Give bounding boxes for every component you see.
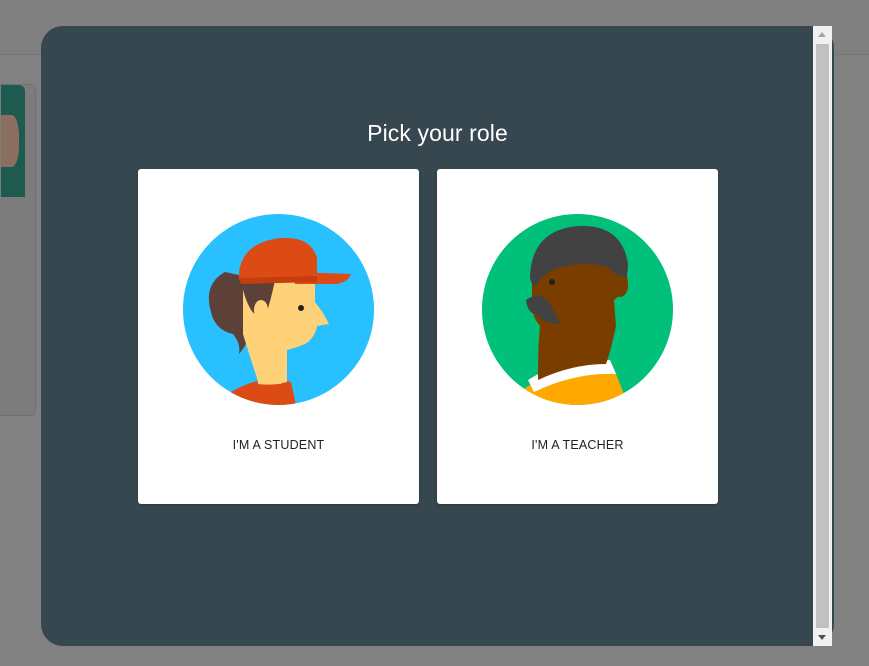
scrollbar-thumb[interactable] xyxy=(816,44,829,628)
dialog-title: Pick your role xyxy=(367,120,508,146)
arrow-down-icon xyxy=(818,635,826,640)
student-role-card[interactable]: I'M A STUDENT xyxy=(138,169,419,504)
teacher-role-label: I'M A TEACHER xyxy=(531,438,624,452)
student-role-label: I'M A STUDENT xyxy=(232,438,325,452)
student-avatar-icon xyxy=(183,214,374,405)
scroll-up-button[interactable] xyxy=(813,26,832,43)
arrow-up-icon xyxy=(818,32,826,37)
pick-role-dialog: Pick your role I'M A STUDENT I'M A TEACH… xyxy=(41,26,834,646)
background-card-image xyxy=(1,85,25,197)
scroll-down-button[interactable] xyxy=(813,629,832,646)
teacher-role-card[interactable]: I'M A TEACHER xyxy=(437,169,718,504)
vertical-scrollbar[interactable] xyxy=(813,26,832,646)
background-class-card xyxy=(0,84,36,416)
teacher-avatar-icon xyxy=(482,214,673,405)
